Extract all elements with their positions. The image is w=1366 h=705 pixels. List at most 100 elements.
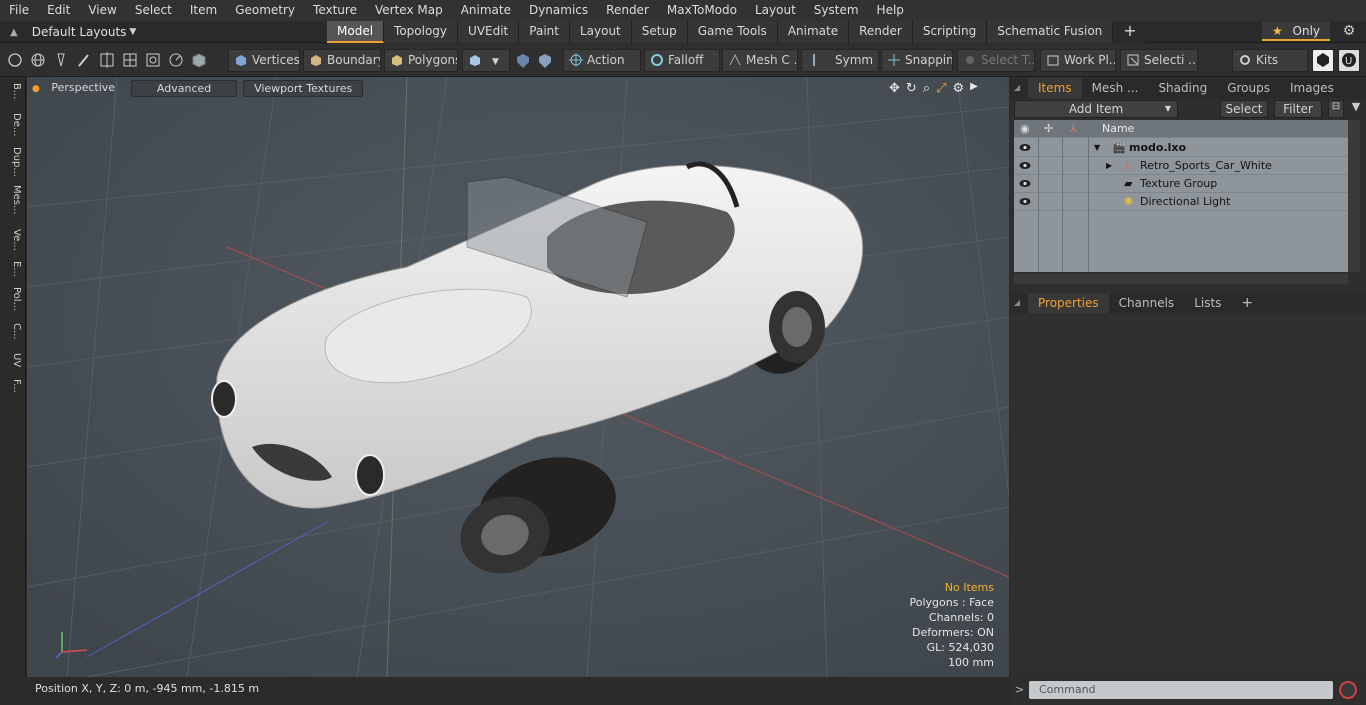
- name-column-header[interactable]: Name: [1102, 120, 1134, 138]
- shield-icon[interactable]: [537, 53, 553, 69]
- tab-game-tools[interactable]: Game Tools: [687, 21, 778, 43]
- snapping-button[interactable]: Snapping: [881, 49, 953, 72]
- filter-button[interactable]: Filter: [1274, 100, 1322, 118]
- left-tab-vertex[interactable]: Ve...: [4, 229, 22, 251]
- panel-menu-icon[interactable]: ◢: [1010, 78, 1028, 98]
- menu-system[interactable]: System: [805, 0, 868, 21]
- list-item[interactable]: ▼ 🎬 modo.lxo: [1014, 139, 1348, 157]
- menu-vertex-map[interactable]: Vertex Map: [366, 0, 452, 21]
- layouts-dropdown[interactable]: ▲ Default Layouts ▼: [0, 21, 136, 43]
- polygons-button[interactable]: Polygons: [384, 49, 458, 72]
- selection-sets-button[interactable]: Selecti ...: [1120, 49, 1198, 72]
- left-tab-curve[interactable]: C...: [4, 323, 22, 340]
- select-button[interactable]: Select: [1220, 100, 1268, 118]
- select-through-button[interactable]: Select T...: [957, 49, 1035, 72]
- perspective-button[interactable]: ● Perspective: [30, 80, 125, 97]
- tab-items[interactable]: Items: [1028, 78, 1082, 98]
- menu-edit[interactable]: Edit: [38, 0, 79, 21]
- eye-icon[interactable]: [1019, 143, 1031, 152]
- viewport-textures-button[interactable]: Viewport Textures: [243, 80, 364, 97]
- left-tab-basic[interactable]: B...: [4, 83, 22, 99]
- menu-texture[interactable]: Texture: [304, 0, 366, 21]
- element-icon[interactable]: [144, 51, 162, 69]
- globe-icon[interactable]: [29, 51, 47, 69]
- tab-scripting[interactable]: Scripting: [912, 21, 988, 43]
- left-tab-edge[interactable]: E...: [4, 261, 22, 277]
- viewport-gear-icon[interactable]: ⚙: [953, 81, 965, 96]
- left-tab-mesh-edit[interactable]: Mes...: [4, 185, 22, 215]
- play-arrow-icon[interactable]: ▶: [970, 81, 978, 96]
- boundary-button[interactable]: Boundary: [303, 49, 381, 72]
- item-mode-icon[interactable]: [190, 51, 208, 69]
- menu-help[interactable]: Help: [868, 0, 913, 21]
- menu-select[interactable]: Select: [126, 0, 181, 21]
- tab-paint[interactable]: Paint: [519, 21, 570, 43]
- list-item[interactable]: ✺ Directional Light: [1014, 193, 1348, 211]
- command-input[interactable]: Command: [1029, 681, 1333, 699]
- tab-setup[interactable]: Setup: [631, 21, 688, 43]
- menu-dynamics[interactable]: Dynamics: [520, 0, 597, 21]
- list-item[interactable]: ▶ ⅄ Retro_Sports_Car_White: [1014, 157, 1348, 175]
- falloff-button[interactable]: Falloff: [644, 49, 720, 72]
- expand-right-icon[interactable]: ▶: [1106, 157, 1112, 175]
- menu-animate[interactable]: Animate: [452, 0, 520, 21]
- tab-animate[interactable]: Animate: [777, 21, 850, 43]
- menu-maxtomodo[interactable]: MaxToModo: [658, 0, 746, 21]
- shield-icon[interactable]: [515, 53, 531, 69]
- eye-icon[interactable]: [1019, 161, 1031, 170]
- move-view-icon[interactable]: ✥: [889, 81, 900, 96]
- add-tab-button[interactable]: +: [1231, 293, 1263, 313]
- transform-icon[interactable]: [98, 51, 116, 69]
- 3d-viewport[interactable]: ✥ ↻ ⌕ ⤢ ⚙ ▶: [27, 77, 1009, 677]
- collapse-icon[interactable]: ⊟: [1328, 100, 1344, 118]
- unity-button[interactable]: [1312, 49, 1334, 72]
- tab-layout[interactable]: Layout: [569, 21, 632, 43]
- add-item-button[interactable]: Add Item ▼: [1014, 100, 1178, 118]
- tab-schematic-fusion[interactable]: Schematic Fusion: [987, 21, 1114, 43]
- tab-topology[interactable]: Topology: [384, 21, 459, 43]
- unreal-button[interactable]: U: [1338, 49, 1360, 72]
- menu-item[interactable]: Item: [181, 0, 226, 21]
- left-tab-deform[interactable]: De...: [4, 113, 22, 136]
- circle-select-icon[interactable]: [6, 51, 24, 69]
- tab-properties[interactable]: Properties: [1028, 293, 1109, 313]
- items-hscrollbar[interactable]: [1014, 274, 1348, 284]
- zoom-view-icon[interactable]: ⌕: [923, 81, 930, 96]
- funnel-icon[interactable]: ▼: [1348, 100, 1364, 118]
- tab-images[interactable]: Images: [1280, 78, 1344, 98]
- tab-lists[interactable]: Lists: [1184, 293, 1231, 313]
- tab-model[interactable]: Model: [327, 21, 385, 43]
- tab-channels[interactable]: Channels: [1109, 293, 1185, 313]
- panel-menu-icon[interactable]: ◢: [1010, 293, 1028, 313]
- expand-down-icon[interactable]: ▼: [1094, 139, 1100, 157]
- material-mode-button[interactable]: ▼: [462, 49, 510, 72]
- advanced-button[interactable]: Advanced: [131, 80, 238, 97]
- menu-layout[interactable]: Layout: [746, 0, 805, 21]
- action-button[interactable]: Action: [563, 49, 641, 72]
- left-tab-duplicate[interactable]: Dup...: [4, 147, 22, 177]
- menu-view[interactable]: View: [79, 0, 125, 21]
- left-tab-fusion[interactable]: F...: [4, 379, 22, 393]
- add-tab-button[interactable]: +: [1113, 21, 1147, 43]
- work-plane-button[interactable]: Work Pl...: [1040, 49, 1116, 72]
- menu-geometry[interactable]: Geometry: [226, 0, 304, 21]
- timer-icon[interactable]: [167, 51, 185, 69]
- eye-icon[interactable]: [1019, 197, 1031, 206]
- symmetry-button[interactable]: Symm ...: [801, 49, 879, 72]
- list-item[interactable]: ▰ Texture Group: [1014, 175, 1348, 193]
- left-tab-polygon[interactable]: Pol...: [4, 287, 22, 311]
- rotate-view-icon[interactable]: ↻: [906, 81, 917, 96]
- tab-mesh[interactable]: Mesh ...: [1082, 78, 1149, 98]
- kits-button[interactable]: Kits: [1232, 49, 1308, 72]
- snap-grid-icon[interactable]: [121, 51, 139, 69]
- vertices-button[interactable]: Vertices: [228, 49, 300, 72]
- items-scrollbar[interactable]: [1348, 120, 1360, 272]
- record-icon[interactable]: [1339, 681, 1357, 699]
- only-toggle[interactable]: ★ Only: [1262, 22, 1330, 41]
- tab-groups[interactable]: Groups: [1217, 78, 1280, 98]
- maximize-icon[interactable]: ⤢: [936, 81, 946, 96]
- gear-icon[interactable]: ⚙: [1340, 23, 1358, 41]
- brush-icon[interactable]: [75, 51, 93, 69]
- left-tab-uv[interactable]: UV: [4, 353, 22, 367]
- tab-render[interactable]: Render: [849, 21, 913, 43]
